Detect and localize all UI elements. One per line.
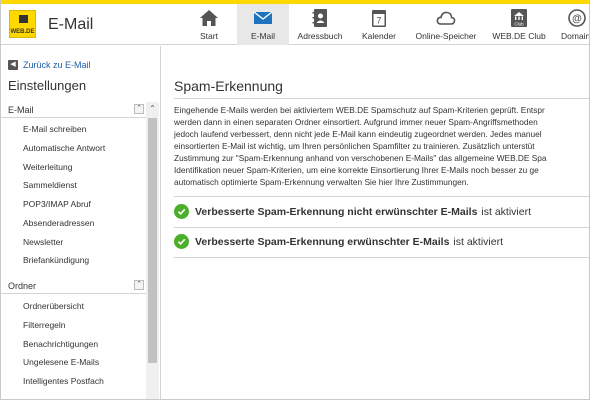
nav-email[interactable]: E-Mail <box>237 4 289 45</box>
description: Eingehende E-Mails werden bei aktivierte… <box>174 104 589 188</box>
description-line: Eingehende E-Mails werden bei aktivierte… <box>174 105 545 115</box>
chevron-left-icon: ◀ <box>8 60 18 70</box>
settings-title: Einstellungen <box>8 78 87 93</box>
menu-item-briefankuendigung[interactable]: Briefankündigung <box>23 255 89 265</box>
logo-house-icon <box>19 15 28 23</box>
nav-kalender-label: Kalender <box>361 31 397 41</box>
description-line: automatisch optimierte Spam-Erkennung ve… <box>174 177 469 187</box>
description-line: jedoch laufend verbessert, denn nicht je… <box>174 129 542 139</box>
status-value: ist aktiviert <box>453 235 504 248</box>
nav-start-label: Start <box>200 31 218 41</box>
logo-text: WEB.DE <box>10 29 35 35</box>
addressbook-icon <box>310 8 330 28</box>
menu-item-email-schreiben[interactable]: E-Mail schreiben <box>23 124 86 134</box>
scroll-up-icon[interactable]: ⌃ <box>146 102 159 116</box>
back-to-email-link[interactable]: ◀ Zurück zu E-Mail <box>8 60 91 70</box>
nav-domain-label: Domain <box>561 31 590 41</box>
status-value: ist aktiviert <box>481 205 532 218</box>
page-title: Spam-Erkennung <box>174 78 283 94</box>
svg-text:@: @ <box>572 14 582 25</box>
nav-online-speicher-label: Online-Speicher <box>415 31 477 41</box>
nav-email-label: E-Mail <box>250 31 276 41</box>
app-window: WEB.DE E-Mail Start E-Mail Adressbuch 7 … <box>0 0 590 400</box>
description-line: einsortierten E-Mail ist wichtig, um Ihr… <box>174 141 535 151</box>
collapse-email-button[interactable]: ⌃ <box>134 104 144 114</box>
check-circle-icon <box>174 234 189 249</box>
scroll-thumb[interactable] <box>148 118 157 363</box>
section-email[interactable]: E-Mail ⌃ <box>1 102 146 118</box>
section-ordner-label: Ordner <box>8 280 37 291</box>
divider <box>174 227 589 228</box>
domain-icon: @ <box>567 8 587 28</box>
title-divider <box>174 98 589 99</box>
nav-club-label: WEB.DE Club <box>492 31 546 41</box>
section-email-label: E-Mail <box>8 104 34 115</box>
nav-adressbuch-label: Adressbuch <box>297 31 343 41</box>
calendar-day: 7 <box>376 16 381 26</box>
menu-item-weiterleitung[interactable]: Weiterleitung <box>23 162 72 172</box>
app-title: E-Mail <box>48 16 94 33</box>
menu-item-ordneruebersicht[interactable]: Ordnerübersicht <box>23 301 84 311</box>
back-label: Zurück zu E-Mail <box>23 60 91 70</box>
home-icon <box>199 8 219 28</box>
menu-item-filterregeln[interactable]: Filterregeln <box>23 320 66 330</box>
description-line: werden dann in einen separaten Ordner ei… <box>174 117 538 127</box>
webde-logo[interactable]: WEB.DE <box>9 10 36 38</box>
calendar-icon: 7 <box>369 8 389 28</box>
divider <box>174 196 589 197</box>
menu-item-intelligentes-postfach[interactable]: Intelligentes Postfach <box>23 376 104 386</box>
sidebar-scrollbar[interactable]: ⌃ <box>146 102 159 399</box>
menu-item-absenderadressen[interactable]: Absenderadressen <box>23 218 94 228</box>
collapse-ordner-button[interactable]: ⌃ <box>134 280 144 290</box>
cloud-icon <box>436 8 456 28</box>
divider <box>174 257 589 258</box>
description-line: Identifikation neuer Spam-Kriterien, um … <box>174 165 539 175</box>
nav-club[interactable]: Club WEB.DE Club <box>485 4 553 45</box>
nav-kalender[interactable]: 7 Kalender <box>351 4 407 45</box>
club-icon-text: Club <box>514 22 524 27</box>
nav-online-speicher[interactable]: Online-Speicher <box>407 4 485 45</box>
nav-domain[interactable]: @ Domain <box>553 4 590 45</box>
menu-item-newsletter[interactable]: Newsletter <box>23 237 63 247</box>
status-label: Verbesserte Spam-Erkennung erwünschter E… <box>195 235 450 248</box>
section-ordner[interactable]: Ordner ⌃ <box>1 278 146 294</box>
settings-sidebar: ◀ Zurück zu E-Mail Einstellungen E-Mail … <box>1 46 161 399</box>
menu-item-ungelesene-emails[interactable]: Ungelesene E-Mails <box>23 357 99 367</box>
description-line: Zustimmung zur "Spam-Erkennung anhand vo… <box>174 153 547 163</box>
status-unwanted-spam[interactable]: Verbesserte Spam-Erkennung nicht erwünsc… <box>174 204 531 219</box>
status-wanted-spam[interactable]: Verbesserte Spam-Erkennung erwünschter E… <box>174 234 503 249</box>
menu-item-sammeldienst[interactable]: Sammeldienst <box>23 180 77 190</box>
menu-item-automatische-antwort[interactable]: Automatische Antwort <box>23 143 105 153</box>
check-circle-icon <box>174 204 189 219</box>
header: WEB.DE E-Mail Start E-Mail Adressbuch 7 … <box>1 4 590 45</box>
mail-icon <box>253 8 273 28</box>
menu-item-pop3-imap[interactable]: POP3/IMAP Abruf <box>23 199 91 209</box>
nav-adressbuch[interactable]: Adressbuch <box>289 4 351 45</box>
main-content: Spam-Erkennung Eingehende E-Mails werden… <box>162 46 589 399</box>
main-nav: Start E-Mail Adressbuch 7 Kalender Onlin… <box>181 4 590 45</box>
nav-start[interactable]: Start <box>181 4 237 45</box>
club-icon: Club <box>509 8 529 28</box>
menu-item-benachrichtigungen[interactable]: Benachrichtigungen <box>23 339 98 349</box>
status-label: Verbesserte Spam-Erkennung nicht erwünsc… <box>195 205 478 218</box>
